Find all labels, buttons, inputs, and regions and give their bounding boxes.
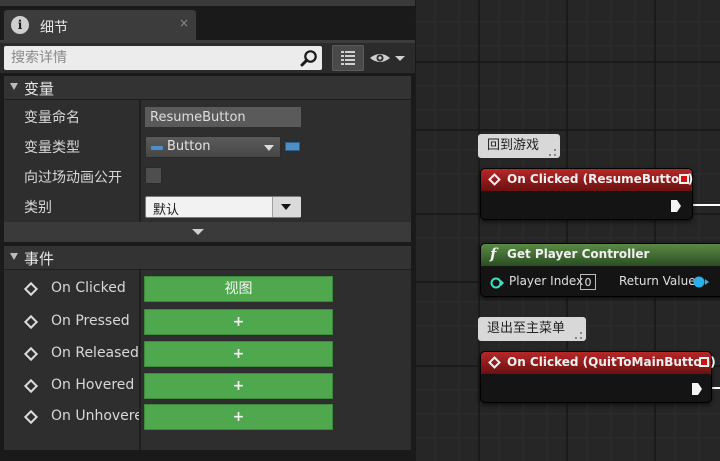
event-row-on-unhovered: On Unhovered + (4, 403, 411, 435)
event-label: On Unhovered (51, 408, 139, 424)
event-label: On Hovered (51, 377, 135, 393)
event-label: On Pressed (51, 313, 130, 329)
node-title: On Clicked (QuitToMainButton) (507, 355, 716, 369)
variable-name-row: 变量命名 (4, 101, 411, 131)
variable-section-header[interactable]: 变量 (4, 76, 411, 100)
container-type-icon[interactable] (285, 142, 300, 151)
pin-label-return-value: Return Value (619, 274, 696, 288)
event-node-quit[interactable]: On Clicked (QuitToMainButton) (480, 351, 716, 403)
visibility-eye-button[interactable] (368, 48, 410, 68)
add-event-button[interactable]: + (144, 373, 333, 399)
delegate-pin-icon[interactable] (699, 357, 709, 367)
collapse-arrow-icon (10, 253, 18, 260)
collapse-arrow-icon (10, 83, 18, 90)
chevron-down-icon (264, 145, 274, 151)
variable-type-dropdown[interactable]: Button (145, 136, 281, 158)
category-label: 类别 (24, 200, 52, 216)
function-node-get-player-controller[interactable]: f Get Player Controller Player Index 0 R… (480, 243, 720, 297)
object-output-pin-icon[interactable] (692, 275, 710, 289)
advanced-expand-button[interactable] (4, 222, 411, 242)
variable-type-value: Button (167, 139, 211, 154)
panel-top-border (0, 0, 415, 6)
function-icon: f (490, 245, 497, 263)
expose-cinematics-label: 向过场动画公开 (24, 170, 122, 186)
search-bar (0, 43, 415, 73)
event-diamond-icon (23, 409, 39, 425)
comment-bubble-resume[interactable]: 回到游戏 (478, 134, 560, 158)
variable-type-label: 变量类型 (24, 140, 80, 156)
event-label: On Clicked (51, 280, 126, 296)
variable-name-field[interactable] (145, 107, 301, 127)
node-title: On Clicked (ResumeButton) (507, 172, 694, 186)
variable-section-title: 变量 (24, 80, 55, 98)
blueprint-graph[interactable]: 回到游戏 On Clicked (ResumeButton) f Get Pla… (415, 0, 720, 461)
int-input-pin-icon[interactable] (490, 276, 504, 290)
event-row-on-pressed: On Pressed + (4, 308, 411, 340)
category-dropdown-button[interactable] (272, 197, 301, 217)
visibility-eye-icon (370, 54, 405, 62)
event-diamond-icon (23, 378, 39, 394)
tab-details-label: 细节 (40, 20, 68, 36)
event-row-on-hovered: On Hovered + (4, 372, 411, 404)
tab-details[interactable]: i 细节 × (4, 10, 196, 40)
expose-cinematics-row: 向过场动画公开 (4, 161, 411, 191)
category-row: 类别 默认 (4, 191, 411, 221)
player-index-value[interactable]: 0 (580, 274, 596, 290)
events-section-title: 事件 (24, 250, 55, 268)
variable-name-label: 变量命名 (24, 110, 80, 126)
variable-section: 变量命名 变量类型 Button 向过场动画公开 类别 默认 (4, 100, 411, 222)
events-section: On Clicked 视图 On Pressed + On Released +… (4, 270, 411, 450)
search-box (4, 46, 322, 70)
comment-bubble-quit[interactable]: 退出至主菜单 (478, 317, 586, 341)
resize-grip-icon (575, 332, 582, 339)
property-matrix-icon (341, 51, 355, 65)
events-section-header[interactable]: 事件 (4, 246, 411, 270)
exec-out-pin-icon[interactable] (670, 199, 682, 213)
event-row-on-released: On Released + (4, 340, 411, 372)
event-diamond-icon (23, 314, 39, 330)
comment-text: 退出至主菜单 (487, 321, 566, 336)
comment-text: 回到游戏 (487, 138, 540, 153)
view-event-button[interactable]: 视图 (144, 276, 333, 302)
add-event-button[interactable]: + (144, 341, 333, 367)
event-label: On Released (51, 345, 139, 361)
search-icon[interactable] (300, 49, 318, 67)
event-row-on-clicked: On Clicked 视图 (4, 275, 411, 307)
node-title: Get Player Controller (507, 247, 650, 261)
variable-type-row: 变量类型 Button (4, 131, 411, 161)
details-panel: i 细节 × 搜索详情 变量 变量命名 ResumeButton 变量类型 Bu… (0, 0, 415, 461)
add-event-button[interactable]: + (144, 404, 333, 430)
search-input[interactable] (4, 46, 301, 70)
add-event-button[interactable]: + (144, 309, 333, 335)
object-type-pill-icon (151, 146, 163, 150)
expose-cinematics-checkbox[interactable] (145, 167, 162, 184)
event-node-resume[interactable]: On Clicked (ResumeButton) (480, 168, 693, 220)
resize-grip-icon (549, 149, 556, 156)
exec-out-pin-icon[interactable] (691, 382, 703, 396)
chevron-down-icon (281, 204, 291, 210)
delegate-pin-icon[interactable] (679, 174, 689, 184)
close-tab-icon[interactable]: × (179, 16, 189, 30)
event-diamond-icon (23, 281, 39, 297)
pin-label-player-index: Player Index (509, 274, 584, 288)
property-matrix-button[interactable] (332, 45, 364, 71)
info-icon: i (11, 16, 29, 34)
category-value: 默认 (153, 203, 180, 218)
event-diamond-icon (23, 346, 39, 362)
expand-advanced-icon (192, 229, 204, 235)
category-dropdown[interactable]: 默认 (145, 196, 301, 218)
